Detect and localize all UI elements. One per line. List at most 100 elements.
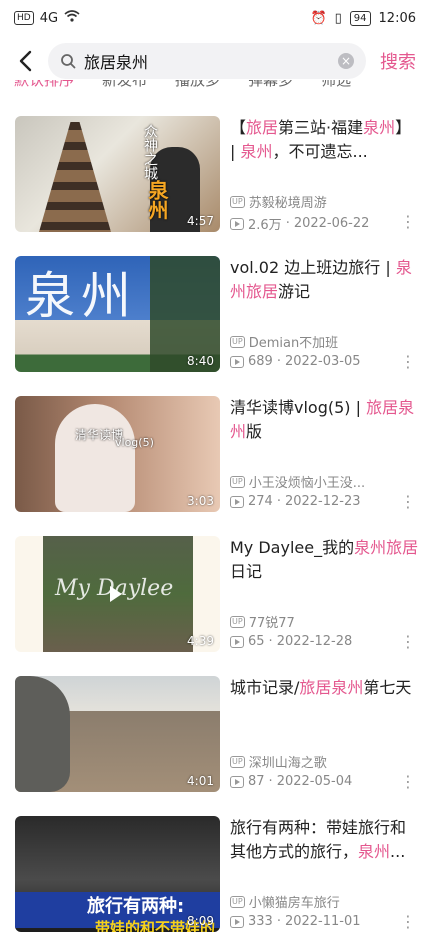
tab-default[interactable]: 默认排序 xyxy=(14,80,74,94)
signal-icon: 4G xyxy=(39,10,59,26)
title-text: My Daylee_我的 xyxy=(230,538,355,557)
list-item[interactable]: My Daylee 4:39 My Daylee_我的泉州旅居日记 UP 77锐… xyxy=(0,528,430,668)
list-item[interactable]: 泉州 8:40 vol.02 边上班边旅行 | 泉州旅居游记 UP Demian… xyxy=(0,248,430,388)
view-count: 333 xyxy=(248,914,273,929)
search-query: 旅居泉州 xyxy=(84,53,149,72)
battery-icon: 94 xyxy=(349,10,371,26)
uploader-row[interactable]: UP 77锐77 xyxy=(230,612,410,631)
search-input[interactable]: 旅居泉州 × xyxy=(48,43,366,79)
thumbnail-caption: vlog(5) xyxy=(115,436,154,449)
uploader-name: 苏毅秘境周游 xyxy=(248,196,327,211)
pagoda-image xyxy=(39,122,111,232)
publish-date: 2022-05-04 xyxy=(276,774,353,789)
title-text: 日记 xyxy=(230,562,263,581)
stats-row: 689 · 2022-03-05 xyxy=(230,354,410,369)
list-item[interactable]: 众神之城 泉州 4:57 【旅居第三站·福建泉州】 | 泉州，不可遗忘... U… xyxy=(0,108,430,248)
chevron-left-icon xyxy=(19,50,32,72)
view-count: 274 xyxy=(248,494,273,509)
uploader-row[interactable]: UP 深圳山海之歌 xyxy=(230,752,410,771)
video-title[interactable]: vol.02 边上班边旅行 | 泉州旅居游记 xyxy=(230,256,420,304)
title-highlight: 泉州 xyxy=(363,118,396,137)
title-highlight: 旅居泉州 xyxy=(299,678,364,697)
title-text: vol.02 边上班边旅行 | xyxy=(230,258,396,277)
video-title[interactable]: 清华读博vlog(5) | 旅居泉州版 xyxy=(230,396,420,444)
more-vertical-icon[interactable]: ⋮ xyxy=(400,634,416,650)
uploader-row[interactable]: UP 小王没烦恼小王没... xyxy=(230,472,410,491)
duration-label: 4:57 xyxy=(187,214,214,228)
publish-date: 2022-03-05 xyxy=(284,354,361,369)
rock-image xyxy=(15,676,70,792)
duration-label: 4:39 xyxy=(187,634,214,648)
tab-most-danmaku[interactable]: 弹幕多 xyxy=(248,80,293,94)
title-text: 城市记录/ xyxy=(230,678,300,697)
publish-date: 2022-11-01 xyxy=(284,914,361,929)
uploader-name: 小王没烦恼小王没... xyxy=(248,476,366,491)
play-count-icon xyxy=(230,355,244,368)
uploader-row[interactable]: UP Demian不加班 xyxy=(230,332,410,351)
video-title[interactable]: 旅行有两种：带娃旅行和其他方式的旅行，泉州... xyxy=(230,816,420,864)
more-vertical-icon[interactable]: ⋮ xyxy=(400,354,416,370)
video-thumbnail[interactable]: 众神之城 泉州 4:57 xyxy=(15,116,220,232)
title-highlight: 旅居 xyxy=(246,118,279,137)
video-thumbnail[interactable]: 旅行有两种: 带娃的和不带娃的 8:09 xyxy=(15,816,220,932)
more-vertical-icon[interactable]: ⋮ xyxy=(400,774,416,790)
video-thumbnail[interactable]: My Daylee 4:39 xyxy=(15,536,220,652)
up-icon: UP xyxy=(230,895,245,908)
up-icon: UP xyxy=(230,615,245,628)
uploader-name: 小懒猫房车旅行 xyxy=(248,896,340,911)
tab-filter[interactable]: 筛选 xyxy=(321,80,351,94)
play-count-icon xyxy=(230,217,244,230)
play-count-icon xyxy=(230,495,244,508)
video-title[interactable]: 城市记录/旅居泉州第七天 xyxy=(230,676,420,724)
video-title[interactable]: My Daylee_我的泉州旅居日记 xyxy=(230,536,420,584)
more-vertical-icon[interactable]: ⋮ xyxy=(400,494,416,510)
uploader-name: 77锐77 xyxy=(248,616,295,631)
video-thumbnail[interactable]: 泉州 8:40 xyxy=(15,256,220,372)
hd-icon: HD xyxy=(14,11,34,25)
video-thumbnail[interactable]: 4:01 xyxy=(15,676,220,792)
tab-newest[interactable]: 新发布 xyxy=(102,80,147,94)
tab-most-played[interactable]: 播放多 xyxy=(175,80,220,94)
search-button[interactable]: 搜索 xyxy=(374,48,420,74)
separator: · xyxy=(268,634,273,649)
video-thumbnail[interactable]: 清华读博 vlog(5) 3:03 xyxy=(15,396,220,512)
thumbnail-caption: 泉州 xyxy=(145,180,169,220)
view-count: 2.6万 xyxy=(248,218,282,233)
up-icon: UP xyxy=(230,755,245,768)
title-text: 游记 xyxy=(278,282,311,301)
back-button[interactable] xyxy=(10,46,40,76)
uploader-row[interactable]: UP 苏毅秘境周游 xyxy=(230,192,410,211)
play-count-icon xyxy=(230,915,244,928)
stats-row: 274 · 2022-12-23 xyxy=(230,494,410,509)
separator: · xyxy=(268,774,273,789)
title-highlight: 泉州 xyxy=(240,142,273,161)
duration-label: 3:03 xyxy=(187,494,214,508)
title-highlight: 泉州 xyxy=(358,842,391,861)
duration-label: 4:01 xyxy=(187,774,214,788)
publish-date: 2022-12-23 xyxy=(284,494,361,509)
more-vertical-icon[interactable]: ⋮ xyxy=(400,914,416,930)
clock: 12:06 xyxy=(378,10,416,26)
uploader-name: 深圳山海之歌 xyxy=(248,756,327,771)
up-icon: UP xyxy=(230,335,245,348)
title-text: 清华读博vlog(5) | xyxy=(230,398,367,417)
person-image xyxy=(55,404,135,512)
video-title[interactable]: 【旅居第三站·福建泉州】 | 泉州，不可遗忘... xyxy=(230,116,420,164)
view-count: 65 xyxy=(248,634,265,649)
view-count: 689 xyxy=(248,354,273,369)
list-item[interactable]: 清华读博 vlog(5) 3:03 清华读博vlog(5) | 旅居泉州版 UP… xyxy=(0,388,430,528)
clear-icon[interactable]: × xyxy=(338,53,354,69)
separator: · xyxy=(285,216,290,231)
status-bar: HD 4G ⏰ ▯ 94 12:06 xyxy=(0,0,430,36)
title-text: ... xyxy=(390,842,406,861)
uploader-name: Demian不加班 xyxy=(248,336,339,351)
separator: · xyxy=(276,354,281,369)
more-vertical-icon[interactable]: ⋮ xyxy=(400,214,416,230)
search-icon xyxy=(61,54,76,69)
view-count: 87 xyxy=(248,774,265,789)
result-list: 众神之城 泉州 4:57 【旅居第三站·福建泉州】 | 泉州，不可遗忘... U… xyxy=(0,108,430,948)
list-item[interactable]: 4:01 城市记录/旅居泉州第七天 UP 深圳山海之歌 87 · 2022-05… xyxy=(0,668,430,808)
uploader-row[interactable]: UP 小懒猫房车旅行 xyxy=(230,892,410,911)
list-item[interactable]: 旅行有两种: 带娃的和不带娃的 8:09 旅行有两种：带娃旅行和其他方式的旅行，… xyxy=(0,808,430,948)
title-text: 版 xyxy=(246,422,263,441)
